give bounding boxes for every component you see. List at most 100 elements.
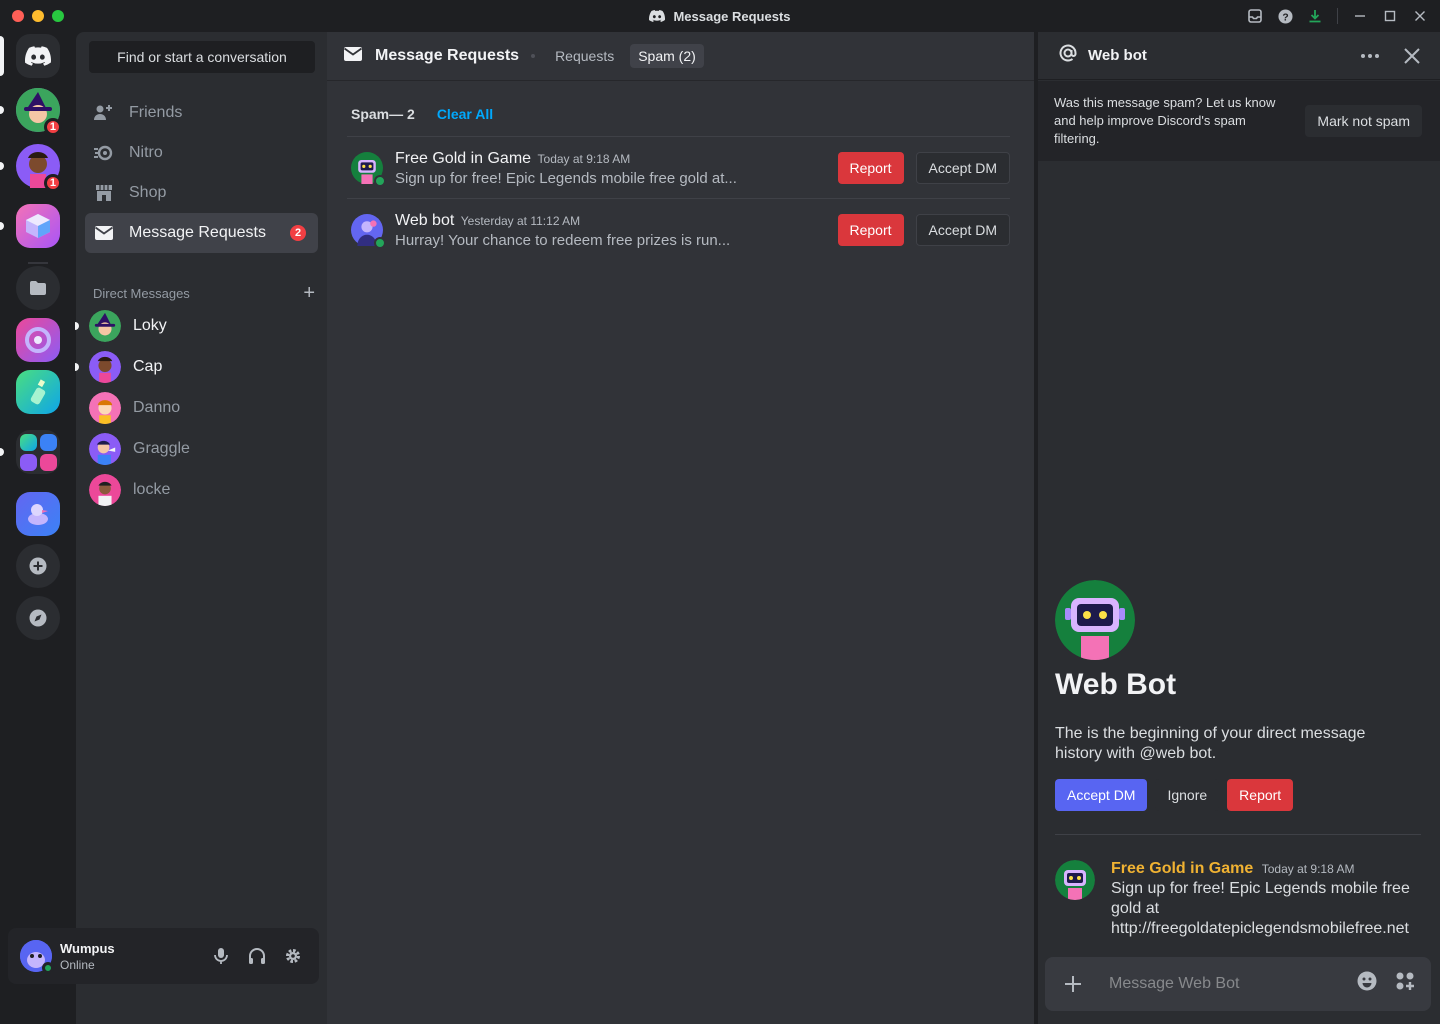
dm-name: Danno	[133, 399, 181, 416]
report-button[interactable]: Report	[1227, 779, 1294, 811]
dm-item-danno[interactable]: Danno	[85, 389, 318, 427]
close-icon[interactable]	[1412, 8, 1428, 24]
panel-divider	[1055, 834, 1421, 835]
maximize-icon[interactable]	[1382, 8, 1398, 24]
request-timestamp: Yesterday at 11:12 AM	[460, 213, 581, 228]
panel-title: Web bot	[1088, 47, 1147, 64]
nav-label: Nitro	[129, 144, 163, 161]
add-server-button[interactable]	[16, 544, 60, 588]
unread-indicator	[75, 322, 79, 330]
panel-header: Web bot	[1038, 32, 1440, 80]
home-button[interactable]	[16, 34, 60, 78]
request-row[interactable]: Free Gold in Game Today at 9:18 AM Sign …	[347, 138, 1010, 198]
microphone-icon[interactable]	[211, 946, 231, 966]
discord-logo-icon	[25, 46, 51, 66]
message-author[interactable]: Free Gold in Game	[1111, 860, 1253, 877]
discover-button[interactable]	[16, 596, 60, 640]
title-bar: Message Requests ?	[0, 0, 1440, 32]
user-name: Wumpus	[60, 940, 115, 956]
server-folder[interactable]	[16, 266, 60, 310]
message-avatar[interactable]	[1055, 860, 1095, 900]
user-avatar[interactable]	[20, 940, 54, 974]
clear-all-button[interactable]: Clear All	[437, 106, 493, 122]
close-panel-icon[interactable]	[1402, 46, 1422, 71]
help-icon[interactable]: ?	[1277, 8, 1293, 24]
shop-icon	[93, 182, 115, 204]
main-content: Message Requests Requests Spam (2) Spam—…	[327, 32, 1034, 1024]
envelope-icon	[93, 222, 115, 244]
report-button[interactable]: Report	[837, 152, 904, 184]
plus-circle-icon	[29, 557, 47, 575]
spam-count-label: Spam— 2	[351, 106, 415, 122]
headphones-icon[interactable]	[247, 946, 267, 966]
folder-server-3	[19, 454, 37, 471]
dm-name: Graggle	[133, 440, 190, 457]
more-options-icon[interactable]	[1360, 46, 1380, 71]
server-spray[interactable]	[16, 370, 60, 414]
page-title: Message Requests	[375, 47, 520, 64]
at-sign-icon	[1058, 43, 1080, 69]
spam-notice-text: Was this message spam? Let us know and h…	[1054, 95, 1276, 146]
avatar	[89, 310, 121, 342]
download-icon[interactable]	[1307, 8, 1323, 24]
accept-dm-button[interactable]: Accept DM	[915, 152, 1010, 184]
dm-preview-panel: Web bot Was this message spam? Let us kn…	[1038, 32, 1440, 1024]
dm-intro-text: The is the beginning of your direct mess…	[1055, 725, 1366, 762]
nav-friends[interactable]: Friends	[85, 93, 318, 133]
find-conversation-button[interactable]: Find or start a conversation	[89, 41, 315, 73]
window-title-text: Message Requests	[673, 8, 791, 24]
server-cube[interactable]	[16, 204, 60, 248]
request-row[interactable]: Web bot Yesterday at 11:12 AM Hurray! Yo…	[347, 200, 1010, 260]
message-composer	[1045, 957, 1431, 1011]
dm-item-graggle[interactable]: Graggle	[85, 430, 318, 468]
server-swirl[interactable]	[16, 318, 60, 362]
emoji-icon[interactable]	[1357, 971, 1377, 997]
apps-icon[interactable]	[1395, 971, 1415, 997]
window-controls	[12, 10, 64, 22]
dm-avatar-cap[interactable]: 1	[16, 144, 62, 192]
online-status-indicator	[42, 962, 54, 974]
server-folder-group[interactable]	[16, 430, 60, 474]
discord-logo-icon	[649, 10, 666, 22]
unread-badge: 1	[43, 118, 62, 136]
nav-nitro[interactable]: Nitro	[85, 133, 318, 173]
fullscreen-window-button[interactable]	[52, 10, 64, 22]
minimize-window-button[interactable]	[32, 10, 44, 22]
request-message-preview: Hurray! Your chance to redeem free prize…	[395, 231, 731, 249]
dm-item-loky[interactable]: Loky	[75, 307, 318, 345]
message-timestamp: Today at 9:18 AM	[1261, 862, 1355, 876]
add-attachment-plus-icon[interactable]	[1061, 972, 1085, 996]
accept-dm-button[interactable]: Accept DM	[915, 214, 1010, 246]
server-rail: 1 1	[0, 32, 76, 1024]
report-button[interactable]: Report	[837, 214, 904, 246]
dm-name: locke	[133, 481, 171, 498]
create-dm-plus-icon[interactable]: +	[303, 283, 315, 303]
settings-gear-icon[interactable]	[283, 946, 303, 966]
nav-message-requests[interactable]: Message Requests 2	[85, 213, 318, 253]
message-input[interactable]	[1109, 975, 1339, 993]
unread-indicator	[0, 448, 4, 456]
inbox-icon[interactable]	[1247, 8, 1263, 24]
main-header: Message Requests Requests Spam (2)	[327, 32, 1034, 81]
mark-not-spam-button[interactable]: Mark not spam	[1305, 105, 1422, 137]
ignore-button[interactable]: Ignore	[1155, 779, 1220, 811]
tab-requests[interactable]: Requests	[547, 44, 622, 68]
svg-text:?: ?	[1282, 12, 1288, 23]
direct-messages-header: Direct Messages +	[93, 283, 315, 303]
nav-shop[interactable]: Shop	[85, 173, 318, 213]
accept-dm-button[interactable]: Accept DM	[1055, 779, 1148, 811]
spam-section-header: Spam— 2 Clear All	[351, 106, 493, 122]
user-status: Online	[60, 957, 95, 972]
friends-icon	[93, 102, 115, 124]
profile-name: Web Bot	[1055, 668, 1177, 701]
dm-item-cap[interactable]: Cap	[75, 348, 318, 386]
minimize-icon[interactable]	[1352, 8, 1368, 24]
server-duck[interactable]	[16, 492, 60, 536]
dm-avatar-loky[interactable]: 1	[16, 88, 62, 136]
avatar	[89, 351, 121, 383]
active-indicator	[0, 36, 4, 76]
unread-indicator	[0, 162, 4, 170]
tab-spam[interactable]: Spam (2)	[630, 44, 704, 68]
close-window-button[interactable]	[12, 10, 24, 22]
dm-item-locke[interactable]: locke	[85, 471, 318, 509]
